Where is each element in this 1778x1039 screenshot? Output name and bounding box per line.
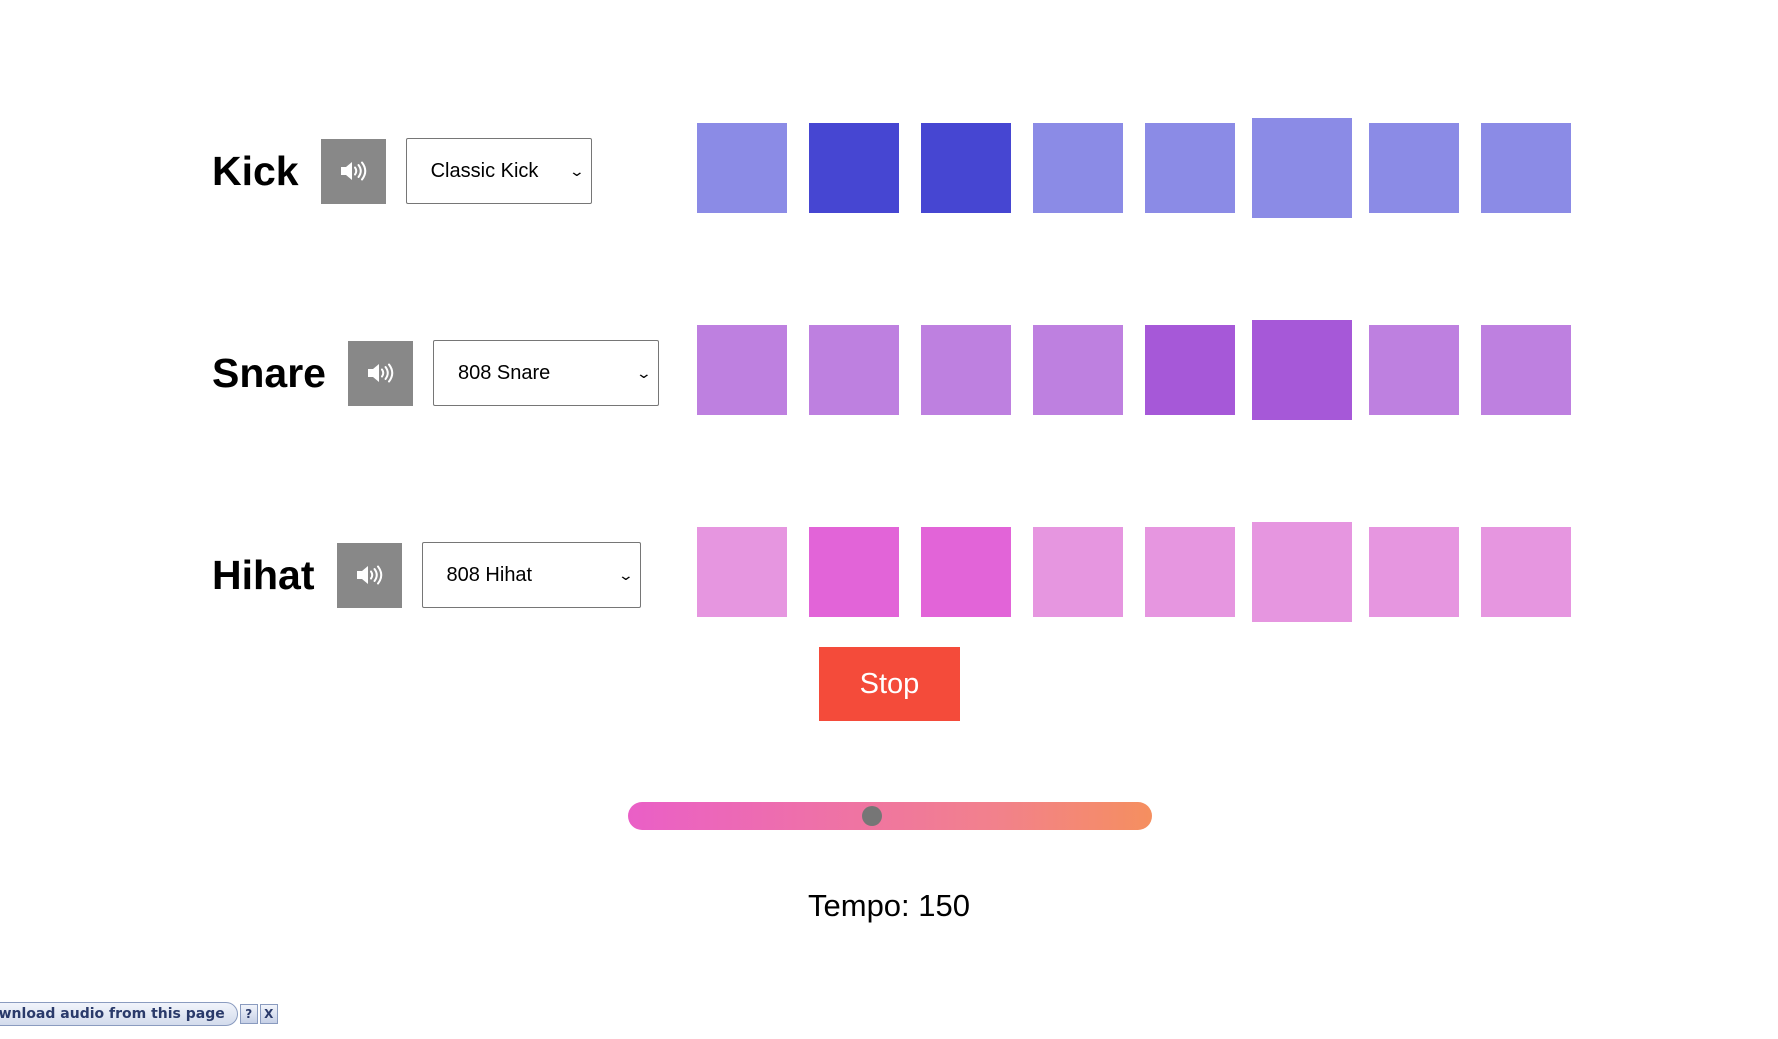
step-pad[interactable] <box>809 123 899 213</box>
tempo-readout: Tempo: 150 <box>808 888 970 923</box>
chevron-down-icon: ⌄ <box>617 566 634 583</box>
sound-select-value: Classic Kick <box>430 159 539 182</box>
help-button[interactable]: ? <box>239 1004 258 1024</box>
speaker-icon <box>355 564 383 586</box>
step-pad[interactable] <box>921 123 1011 213</box>
stop-button[interactable]: Stop <box>819 647 960 721</box>
mute-button[interactable] <box>320 138 386 204</box>
track-label: Snare <box>212 349 326 396</box>
mute-button[interactable] <box>336 542 402 608</box>
step-pad[interactable] <box>697 123 787 213</box>
step-pad[interactable] <box>1369 325 1459 415</box>
step-pad[interactable] <box>1033 325 1123 415</box>
track-label: Kick <box>212 147 299 194</box>
tempo-slider-thumb[interactable] <box>861 806 882 826</box>
sound-select[interactable]: 808 Hihat ⌄ <box>421 542 641 608</box>
download-audio-link[interactable]: ownload audio from this page <box>0 1002 238 1026</box>
step-grid-snare <box>697 320 1571 420</box>
step-pad[interactable] <box>1033 527 1123 617</box>
chevron-down-icon: ⌄ <box>568 162 585 179</box>
step-pad[interactable] <box>1481 527 1571 617</box>
step-pad[interactable] <box>1252 522 1352 622</box>
step-pad[interactable] <box>809 527 899 617</box>
step-pad[interactable] <box>809 325 899 415</box>
download-audio-bar: ownload audio from this page ? X <box>0 1002 278 1026</box>
track-row-hihat: Hihat 808 Hihat ⌄ <box>212 525 641 625</box>
sound-select[interactable]: Classic Kick ⌄ <box>405 138 592 204</box>
sound-select[interactable]: 808 Snare ⌄ <box>432 340 659 406</box>
step-pad[interactable] <box>1369 527 1459 617</box>
speaker-icon <box>366 362 394 384</box>
step-pad[interactable] <box>697 527 787 617</box>
sound-select-value: 808 Hihat <box>446 563 533 586</box>
step-pad[interactable] <box>697 325 787 415</box>
mute-button[interactable] <box>347 340 413 406</box>
step-grid-hihat <box>697 522 1571 622</box>
track-row-kick: Kick Classic Kick ⌄ <box>212 121 592 221</box>
sound-select-value: 808 Snare <box>457 361 551 384</box>
chevron-down-icon: ⌄ <box>635 364 653 381</box>
step-grid-kick <box>697 118 1571 218</box>
step-pad[interactable] <box>1481 325 1571 415</box>
step-pad[interactable] <box>1145 527 1235 617</box>
step-pad[interactable] <box>1481 123 1571 213</box>
step-pad[interactable] <box>1033 123 1123 213</box>
step-pad[interactable] <box>1252 118 1352 218</box>
step-pad[interactable] <box>1369 123 1459 213</box>
tempo-slider[interactable] <box>628 802 1152 830</box>
step-pad[interactable] <box>1145 123 1235 213</box>
step-pad[interactable] <box>921 325 1011 415</box>
speaker-icon <box>339 160 367 182</box>
step-pad[interactable] <box>1252 320 1352 420</box>
step-pad[interactable] <box>921 527 1011 617</box>
track-row-snare: Snare 808 Snare ⌄ <box>212 323 659 423</box>
track-label: Hihat <box>212 551 315 598</box>
close-button[interactable]: X <box>259 1004 278 1024</box>
step-pad[interactable] <box>1145 325 1235 415</box>
